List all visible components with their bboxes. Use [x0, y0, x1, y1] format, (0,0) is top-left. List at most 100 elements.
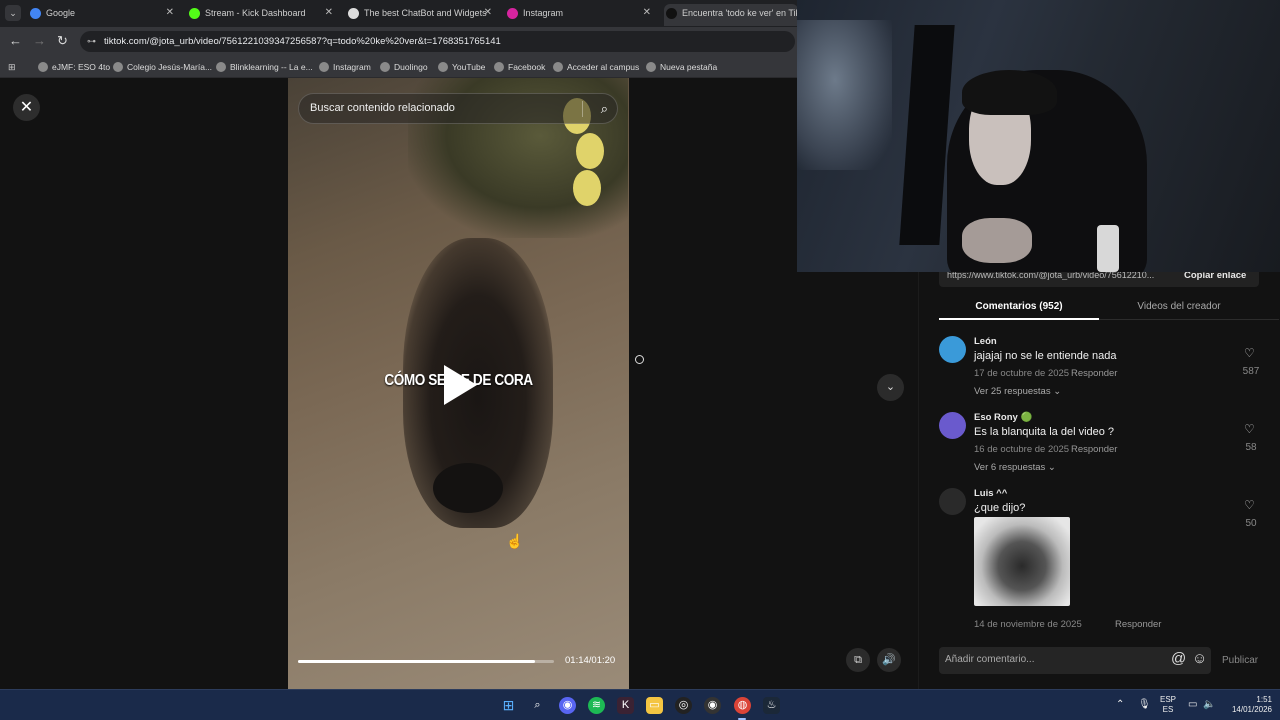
like-count: 587 [1242, 366, 1260, 377]
tab-favicon-icon [189, 8, 200, 19]
bookmark-icon [319, 62, 329, 72]
reload-icon[interactable]: ↻ [57, 34, 68, 48]
video-cap-visual [433, 463, 503, 513]
browser-tab[interactable]: Google ✕ [28, 4, 178, 26]
bookmark-item[interactable]: Acceder al campus [553, 61, 639, 73]
bookmark-item[interactable]: Nueva pestaña [646, 61, 717, 73]
reply-button[interactable]: Responder [1115, 619, 1161, 630]
comment-user[interactable]: León [974, 336, 997, 347]
comment-text: ¿que dijo? [974, 502, 1026, 514]
publish-button[interactable]: Publicar [1222, 655, 1258, 666]
comment-text: jajajaj no se le entiende nada [974, 350, 1117, 362]
tab-close-icon[interactable]: ✕ [325, 4, 333, 22]
avatar[interactable] [939, 488, 966, 515]
forward-icon[interactable]: → [33, 34, 46, 48]
bookmark-item[interactable]: Facebook [494, 61, 545, 73]
tab-creator-videos[interactable]: Videos del creador [1099, 301, 1259, 312]
view-replies-button[interactable]: Ver 6 respuestas ⌄ [974, 462, 1056, 473]
active-tab-underline [939, 318, 1099, 320]
comment-user[interactable]: Luis ^^ [974, 488, 1007, 499]
mention-icon[interactable]: @ [1171, 650, 1186, 667]
tab-comments[interactable]: Comentarios (952) [939, 301, 1099, 312]
back-icon[interactable]: ← [9, 34, 22, 48]
browser-tab[interactable]: The best ChatBot and Widgets ✕ [346, 4, 496, 26]
search-icon[interactable]: ⌕ [529, 697, 546, 714]
options-dot-icon[interactable] [635, 355, 644, 364]
like-count: 50 [1245, 518, 1257, 529]
bookmark-item[interactable]: Colegio Jesús-María... [113, 61, 212, 73]
tab-title: Google [46, 8, 76, 18]
network-icon[interactable]: ▭ [1188, 699, 1197, 710]
comment-date: 14 de noviembre de 2025 [974, 619, 1082, 630]
heart-icon[interactable]: ♡ [1244, 422, 1255, 436]
comments-tabs: Comentarios (952) Videos del creador [939, 296, 1279, 320]
bookmark-item[interactable]: Duolingo [380, 61, 428, 73]
bookmark-label: Blinklearning -- La e... [230, 62, 313, 72]
video-time: 01:14/01:20 [565, 655, 616, 666]
tab-close-icon[interactable]: ✕ [166, 4, 174, 22]
bookmark-item[interactable]: Instagram [319, 61, 371, 73]
microphone-icon[interactable]: 🎙 [1138, 699, 1151, 710]
comment-dog-image[interactable] [974, 517, 1070, 606]
browser-tab[interactable]: Stream - Kick Dashboard ✕ [187, 4, 337, 26]
bookmark-item[interactable]: Blinklearning -- La e... [216, 61, 313, 73]
video-player[interactable]: Buscar contenido relacionado ⌕ CÓMO SE S… [288, 78, 629, 689]
bookmark-label: Facebook [508, 62, 546, 72]
heart-icon[interactable]: ♡ [1244, 498, 1255, 512]
kick-icon[interactable]: K [617, 697, 634, 714]
apps-grid-icon[interactable]: ⊞ [8, 62, 18, 72]
steam-icon[interactable]: ♨ [763, 697, 780, 714]
comment-user[interactable]: Eso Rony 🟢 [974, 412, 1032, 423]
spotify-icon[interactable]: ≋ [588, 697, 605, 714]
screen: ⌄ Google ✕ Stream - Kick Dashboard ✕ The bes… [0, 0, 1280, 720]
discord-icon[interactable]: ◉ [559, 697, 576, 714]
video-lemon-visual [576, 133, 604, 169]
chevron-up-icon[interactable]: ⌃ [1116, 699, 1124, 710]
tab-close-icon[interactable]: ✕ [484, 4, 492, 22]
next-video-button[interactable]: ⌄ [877, 374, 904, 401]
close-video-button[interactable]: ✕ [13, 94, 40, 121]
bookmark-item[interactable]: YouTube [438, 61, 485, 73]
avatar[interactable] [939, 336, 966, 363]
clock-time[interactable]: 1:51 [1222, 695, 1272, 705]
volume-icon[interactable]: 🔈 [1203, 699, 1215, 710]
file-explorer-icon[interactable]: ▭ [646, 697, 663, 714]
tab-title: Encuentra 'todo ke ver' en TikTo [682, 8, 798, 18]
floating-player-icon[interactable]: ⧉ [846, 648, 870, 672]
site-info-icon[interactable]: ⊶ [87, 36, 96, 47]
bookmark-icon [438, 62, 448, 72]
browser-tab[interactable]: Encuentra 'todo ke ver' en TikTo [664, 4, 798, 26]
tab-favicon-icon [348, 8, 359, 19]
add-comment-placeholder: Añadir comentario... [945, 654, 1035, 665]
bookmark-icon [38, 62, 48, 72]
bookmark-icon [553, 62, 563, 72]
video-progress-bar[interactable] [298, 660, 554, 663]
bookmark-icon [113, 62, 123, 72]
clock-date[interactable]: 14/01/2026 [1222, 705, 1272, 715]
chrome-icon[interactable]: ◍ [734, 697, 751, 714]
search-icon[interactable]: ⌕ [601, 94, 608, 123]
start-menu-icon[interactable]: ⊞ [500, 697, 517, 714]
reply-button[interactable]: Responder [1071, 368, 1117, 379]
tab-search-icon[interactable]: ⌄ [5, 5, 21, 21]
language-code[interactable]: ESP [1160, 695, 1176, 705]
browser-tab[interactable]: Instagram ✕ [505, 4, 655, 26]
avatar[interactable] [939, 412, 966, 439]
tab-close-icon[interactable]: ✕ [643, 4, 651, 22]
heart-icon[interactable]: ♡ [1244, 346, 1255, 360]
keyboard-layout[interactable]: ES [1160, 705, 1176, 715]
obs-icon[interactable]: ◎ [675, 697, 692, 714]
bookmark-label: YouTube [452, 62, 486, 72]
bookmark-item[interactable]: eJMF: ESO 4to [38, 61, 110, 73]
address-bar[interactable]: ⊶ tiktok.com/@jota_urb/video/75612210393… [80, 31, 795, 52]
view-replies-button[interactable]: Ver 25 respuestas ⌄ [974, 386, 1061, 397]
play-icon[interactable] [444, 365, 477, 405]
reply-button[interactable]: Responder [1071, 444, 1117, 455]
emoji-icon[interactable]: ☺ [1192, 650, 1207, 667]
webcam-hair-visual [962, 70, 1057, 115]
volume-icon[interactable]: 🔊 [877, 648, 901, 672]
windows-taskbar: ⊞ ⌕ ◉ ≋ K ▭ ◎ ◉ ◍ ♨ ⌃ 🎙 ESP ES ▭ 🔈 1:51 … [0, 689, 1280, 720]
add-comment-field[interactable]: Añadir comentario... @ ☺ [939, 647, 1211, 674]
related-search-input[interactable]: Buscar contenido relacionado ⌕ [298, 93, 618, 124]
record-app-icon[interactable]: ◉ [704, 697, 721, 714]
